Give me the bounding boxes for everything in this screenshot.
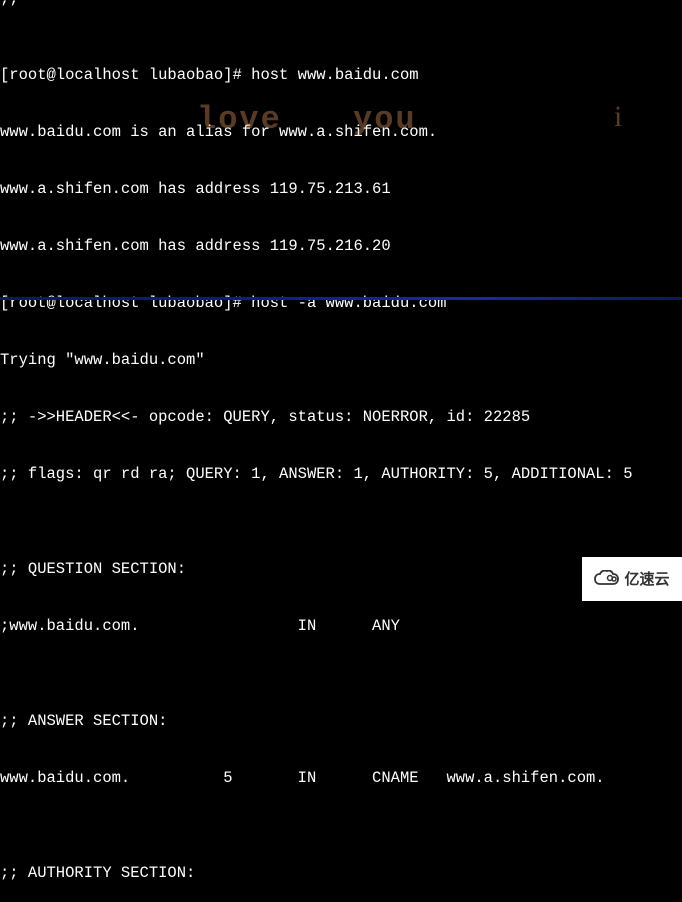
terminal-line: www.baidu.com. 5 IN CNAME www.a.shifen.c… [0, 769, 682, 788]
divider-line [0, 297, 682, 300]
terminal-line: ;; QUESTION SECTION: [0, 560, 682, 579]
terminal-line: ;; AUTHORITY SECTION: [0, 864, 682, 883]
partial-line-top: ;; * * * [0, 0, 84, 9]
terminal-line: www.a.shifen.com has address 119.75.216.… [0, 237, 682, 256]
brand-logo-area: 亿速云 [582, 557, 682, 601]
terminal-line: ;; ->>HEADER<<- opcode: QUERY, status: N… [0, 408, 682, 427]
brand-logo-text: 亿速云 [624, 570, 669, 589]
terminal-line: Trying "www.baidu.com" [0, 351, 682, 370]
terminal-line: ;; ANSWER SECTION: [0, 712, 682, 731]
terminal-output: ;; * * * [root@localhost lubaobao]# host… [0, 0, 682, 902]
terminal-line: www.a.shifen.com has address 119.75.213.… [0, 180, 682, 199]
terminal-line: ;; flags: qr rd ra; QUERY: 1, ANSWER: 1,… [0, 465, 682, 484]
terminal-line: ;www.baidu.com. IN ANY [0, 617, 682, 636]
terminal-line: www.baidu.com is an alias for www.a.shif… [0, 123, 682, 142]
cloud-icon [594, 570, 620, 588]
terminal-line: [root@localhost lubaobao]# host www.baid… [0, 66, 682, 85]
